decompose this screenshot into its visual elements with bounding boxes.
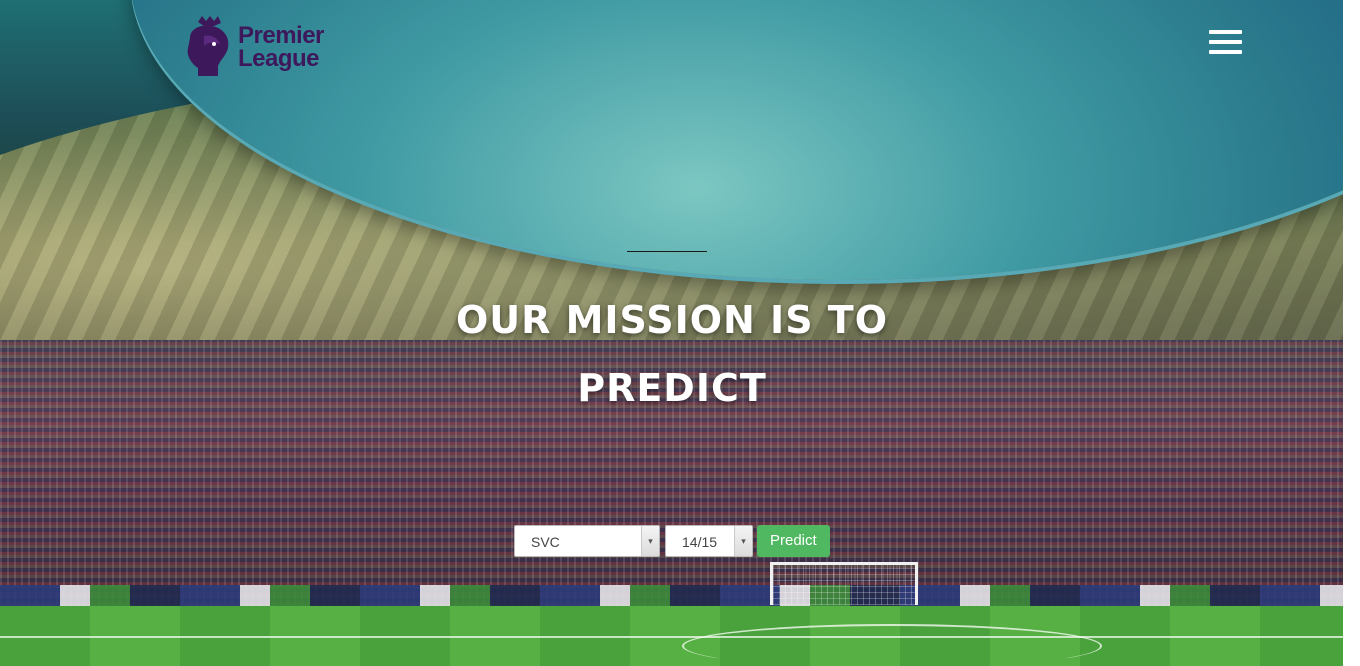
season-select-value: 14/15 (682, 534, 718, 550)
logo-line-league: League (238, 45, 320, 72)
logo-line-premier: Premier (238, 22, 324, 49)
chevron-down-icon[interactable]: ▾ (641, 526, 659, 556)
center-circle (682, 624, 1102, 666)
page-scrollbar[interactable] (1343, 0, 1360, 666)
pitch-line (0, 636, 1343, 638)
menu-button[interactable] (1209, 28, 1243, 56)
logo-wordmark: Premier League (238, 22, 324, 72)
goal-net (770, 562, 918, 605)
model-select[interactable]: SVC ▾ (514, 525, 660, 557)
season-select[interactable]: 14/15 ▾ (665, 525, 753, 557)
page: Premier League OUR MISSION IS TO PREDICT… (0, 0, 1360, 666)
headline-line-2: PREDICT (577, 366, 767, 410)
model-select-value: SVC (531, 534, 560, 550)
chevron-down-icon[interactable]: ▾ (734, 526, 752, 556)
page-headline: OUR MISSION IS TO PREDICT (372, 286, 972, 422)
prediction-form: SVC ▾ 14/15 ▾ Predict (514, 525, 830, 557)
headline-divider (627, 251, 707, 252)
headline-line-1: OUR MISSION IS TO (455, 298, 889, 342)
premier-league-logo[interactable]: Premier League (184, 16, 324, 78)
ad-boards (0, 585, 1343, 607)
lion-crest-icon (184, 16, 234, 78)
predict-button[interactable]: Predict (757, 525, 830, 557)
